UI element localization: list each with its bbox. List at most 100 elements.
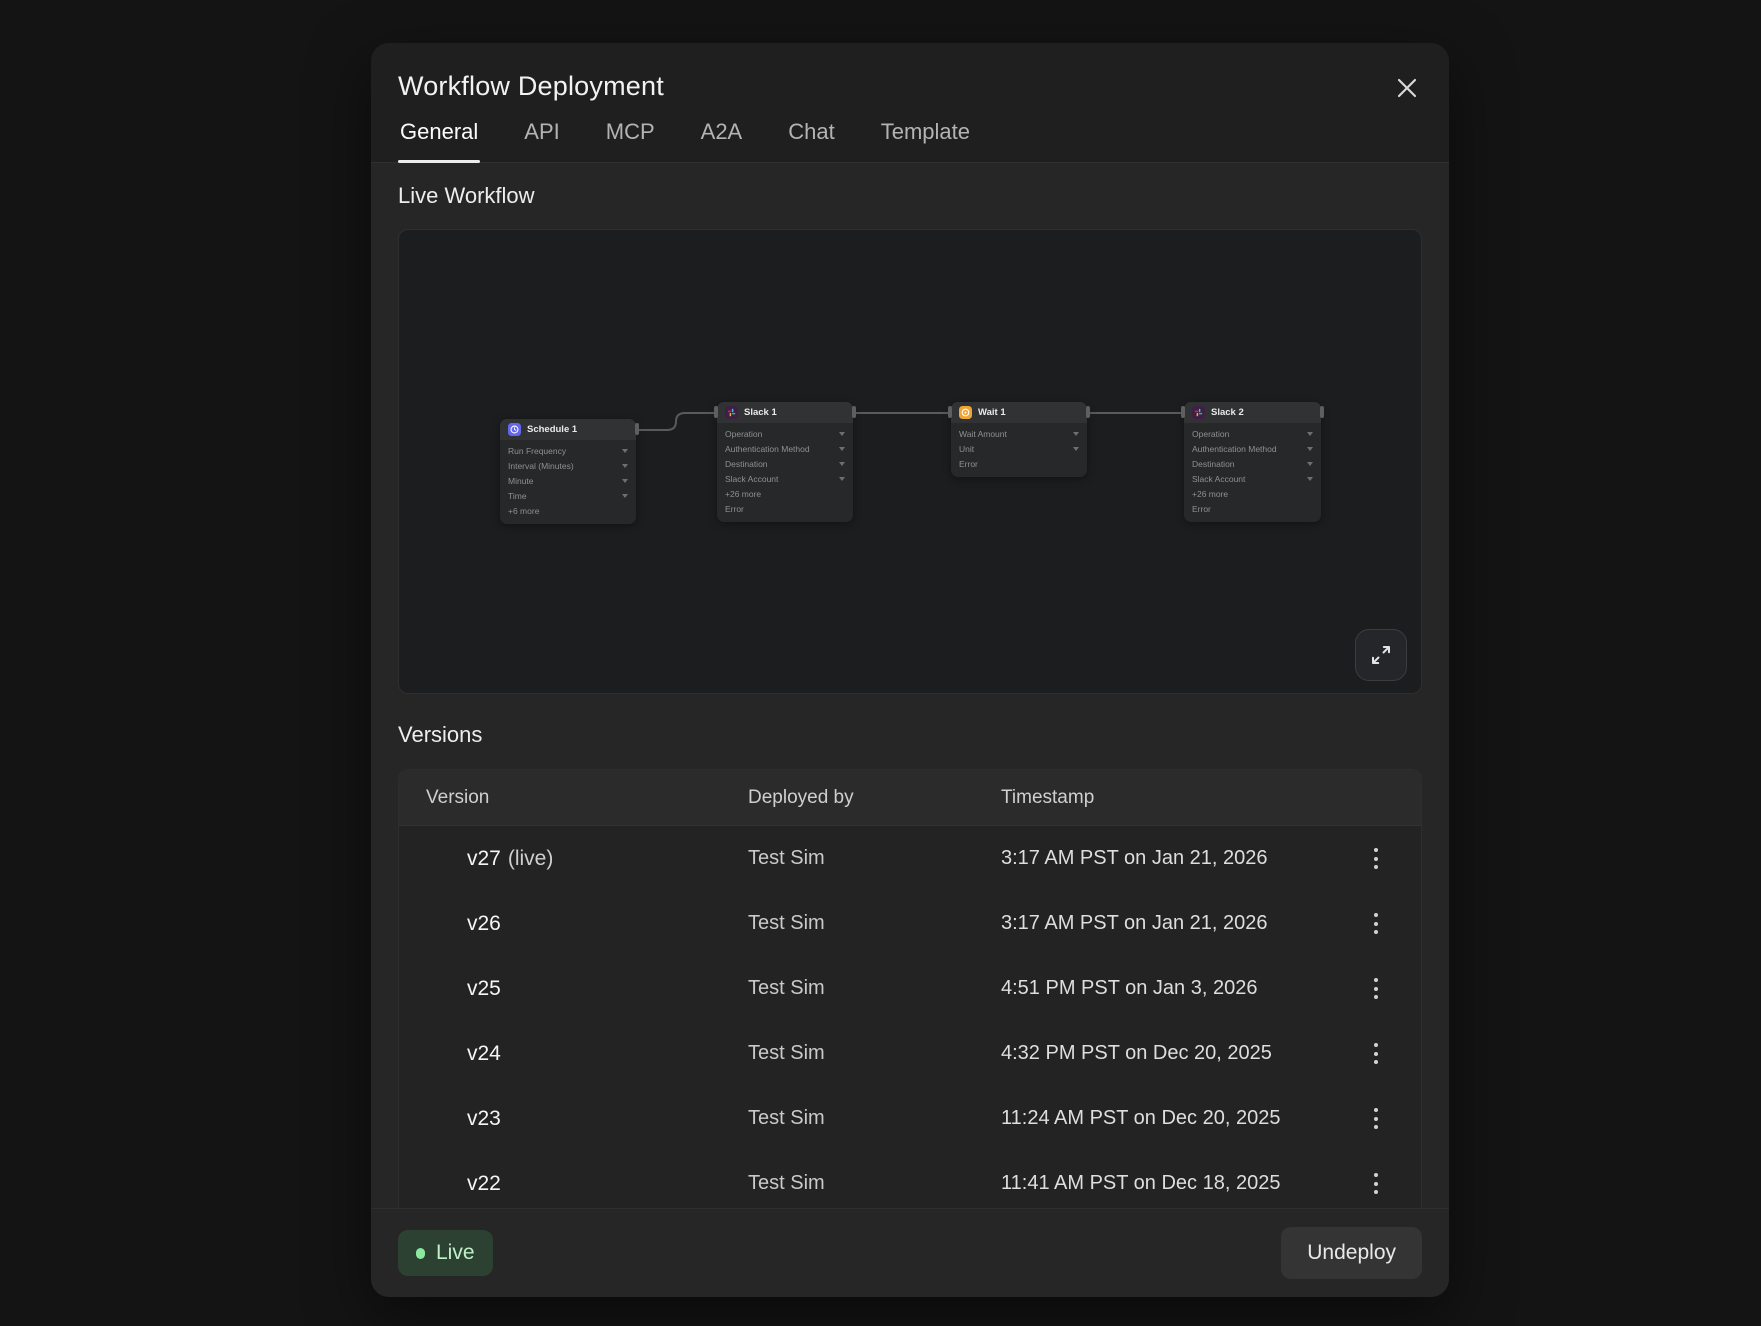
deployed-by: Test Sim xyxy=(748,1042,1001,1065)
column-deployed-by: Deployed by xyxy=(748,787,1001,809)
version-row: v24 Test Sim 4:32 PM PST on Dec 20, 2025 xyxy=(399,1021,1421,1086)
dialog-body: Live Workflow Schedule 1 Run Frequency xyxy=(371,163,1449,1208)
version-label: v26 xyxy=(467,912,501,935)
output-handle xyxy=(1086,406,1090,418)
node-field-more: +26 more xyxy=(1192,489,1228,499)
node-title: Slack 2 xyxy=(1211,407,1244,418)
chevron-down-icon xyxy=(1307,462,1313,466)
expand-preview-button[interactable] xyxy=(1355,629,1407,681)
live-workflow-heading: Live Workflow xyxy=(398,183,1422,209)
timestamp: 11:41 AM PST on Dec 18, 2025 xyxy=(1001,1172,1348,1195)
chevron-down-icon xyxy=(839,462,845,466)
timestamp: 4:51 PM PST on Jan 3, 2026 xyxy=(1001,977,1348,1000)
node-field: Unit xyxy=(959,444,974,454)
chevron-down-icon xyxy=(1073,447,1079,451)
workflow-deployment-dialog: Workflow Deployment General API MCP A2A … xyxy=(371,43,1449,1297)
node-wait-1[interactable]: Wait 1 Wait Amount Unit Error xyxy=(951,402,1087,477)
deployed-by: Test Sim xyxy=(748,912,1001,935)
version-row: v23 Test Sim 11:24 AM PST on Dec 20, 202… xyxy=(399,1086,1421,1151)
column-version: Version xyxy=(426,787,748,809)
version-row: v27 (live) Test Sim 3:17 AM PST on Jan 21… xyxy=(399,826,1421,891)
input-handle xyxy=(948,406,952,418)
timestamp: 3:17 AM PST on Jan 21, 2026 xyxy=(1001,912,1348,935)
node-title: Schedule 1 xyxy=(527,424,577,435)
node-field-more: +6 more xyxy=(508,506,539,516)
row-menu-button[interactable] xyxy=(1358,904,1394,944)
node-field: Interval (Minutes) xyxy=(508,461,574,471)
node-title: Wait 1 xyxy=(978,407,1006,418)
node-field: Run Frequency xyxy=(508,446,566,456)
chevron-down-icon xyxy=(622,479,628,483)
row-menu-button[interactable] xyxy=(1358,1099,1394,1139)
wait-clock-icon xyxy=(959,406,972,419)
chevron-down-icon xyxy=(622,449,628,453)
undeploy-button[interactable]: Undeploy xyxy=(1281,1227,1422,1279)
deployed-by: Test Sim xyxy=(748,1107,1001,1130)
node-field-error: Error xyxy=(1192,504,1211,514)
version-label: v23 xyxy=(467,1107,501,1130)
version-label: v22 xyxy=(467,1172,501,1195)
live-badge-label: Live xyxy=(436,1241,475,1265)
output-handle xyxy=(1320,406,1324,418)
version-live-suffix: (live) xyxy=(508,847,554,870)
chevron-down-icon xyxy=(1307,432,1313,436)
workflow-preview-canvas[interactable]: Schedule 1 Run Frequency Interval (Minut… xyxy=(398,229,1422,694)
tab-general[interactable]: General xyxy=(398,119,480,162)
input-handle xyxy=(1181,406,1185,418)
node-field: Time xyxy=(508,491,527,501)
deployed-by: Test Sim xyxy=(748,847,1001,870)
chevron-down-icon xyxy=(622,494,628,498)
node-slack-1[interactable]: Slack 1 Operation Authentication Method … xyxy=(717,402,853,522)
node-field: Operation xyxy=(1192,429,1229,439)
kebab-menu-icon xyxy=(1374,848,1378,852)
node-field: Minute xyxy=(508,476,534,486)
version-label: v24 xyxy=(467,1042,501,1065)
tab-api[interactable]: API xyxy=(522,119,561,162)
node-field: Slack Account xyxy=(725,474,778,484)
node-field: Destination xyxy=(1192,459,1235,469)
version-label: v27 xyxy=(467,847,501,870)
tab-template[interactable]: Template xyxy=(879,119,972,162)
schedule-clock-icon xyxy=(508,423,521,436)
dialog-footer: Live Undeploy xyxy=(371,1208,1449,1297)
tab-chat[interactable]: Chat xyxy=(786,119,836,162)
kebab-menu-icon xyxy=(1374,978,1378,982)
node-field: Wait Amount xyxy=(959,429,1007,439)
node-field-more: +26 more xyxy=(725,489,761,499)
node-field-error: Error xyxy=(959,459,978,469)
node-schedule-1[interactable]: Schedule 1 Run Frequency Interval (Minut… xyxy=(500,419,636,524)
chevron-down-icon xyxy=(622,464,628,468)
output-handle xyxy=(635,423,639,435)
versions-heading: Versions xyxy=(398,722,1422,748)
node-slack-2[interactable]: Slack 2 Operation Authentication Method … xyxy=(1184,402,1321,522)
deployed-by: Test Sim xyxy=(748,977,1001,1000)
version-label: v25 xyxy=(467,977,501,1000)
row-menu-button[interactable] xyxy=(1358,1034,1394,1074)
node-field: Authentication Method xyxy=(1192,444,1277,454)
versions-table-header: Version Deployed by Timestamp xyxy=(399,770,1421,826)
live-dot-icon xyxy=(416,1248,425,1259)
slack-icon xyxy=(1192,406,1205,419)
version-row: v26 Test Sim 3:17 AM PST on Jan 21, 2026 xyxy=(399,891,1421,956)
version-row: v25 Test Sim 4:51 PM PST on Jan 3, 2026 xyxy=(399,956,1421,1021)
output-handle xyxy=(852,406,856,418)
node-field: Operation xyxy=(725,429,762,439)
kebab-menu-icon xyxy=(1374,1108,1378,1112)
chevron-down-icon xyxy=(839,477,845,481)
chevron-down-icon xyxy=(1073,432,1079,436)
kebab-menu-icon xyxy=(1374,1173,1378,1177)
tab-a2a[interactable]: A2A xyxy=(699,119,745,162)
tab-mcp[interactable]: MCP xyxy=(604,119,657,162)
column-timestamp: Timestamp xyxy=(1001,787,1394,809)
chevron-down-icon xyxy=(839,432,845,436)
deployed-by: Test Sim xyxy=(748,1172,1001,1195)
live-status-badge: Live xyxy=(398,1230,493,1276)
close-button[interactable] xyxy=(1392,73,1422,103)
row-menu-button[interactable] xyxy=(1358,839,1394,879)
row-menu-button[interactable] xyxy=(1358,969,1394,1009)
row-menu-button[interactable] xyxy=(1358,1164,1394,1204)
chevron-down-icon xyxy=(1307,447,1313,451)
kebab-menu-icon xyxy=(1374,1043,1378,1047)
timestamp: 3:17 AM PST on Jan 21, 2026 xyxy=(1001,847,1348,870)
slack-icon xyxy=(725,406,738,419)
